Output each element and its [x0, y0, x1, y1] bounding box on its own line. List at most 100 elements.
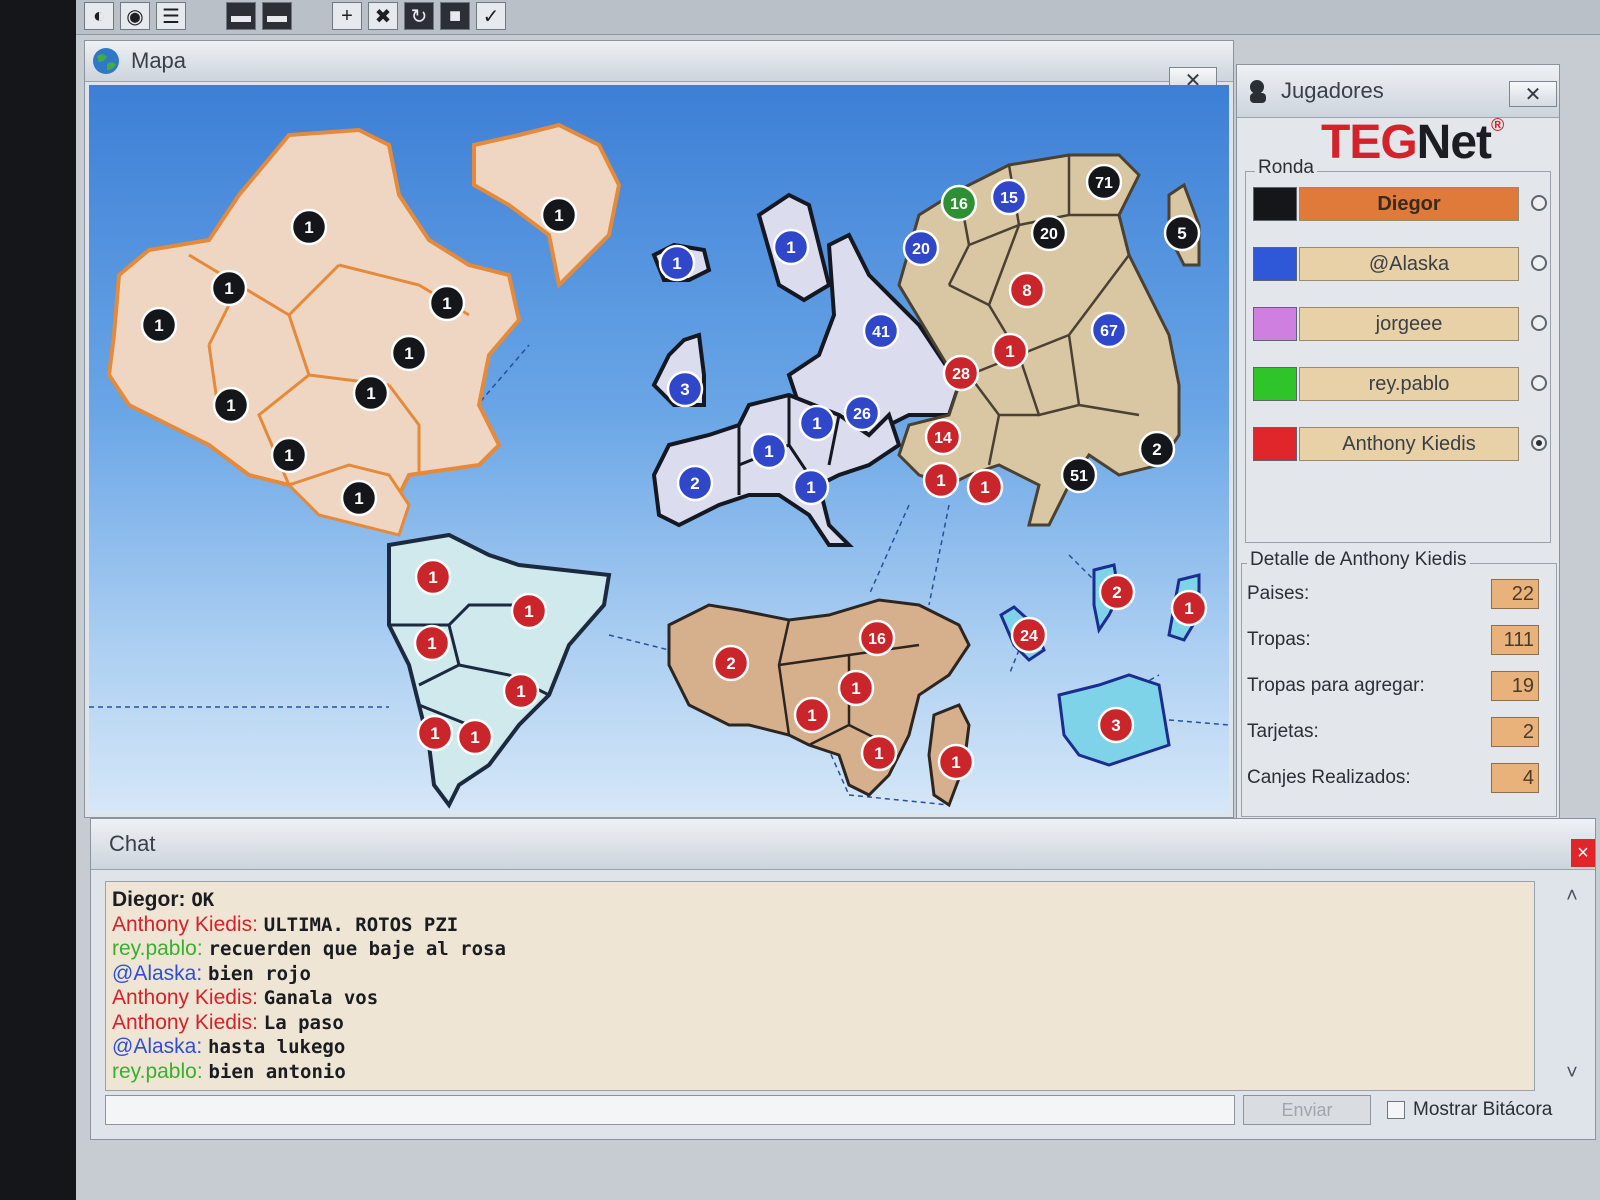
dark-card-button-2[interactable]: ▬ — [262, 2, 292, 30]
chat-input[interactable] — [105, 1095, 1235, 1125]
army-marker[interactable]: 1 — [792, 468, 830, 506]
army-marker[interactable]: 1 — [860, 734, 898, 772]
army-marker[interactable]: 16 — [940, 184, 978, 222]
army-marker[interactable]: 1 — [991, 332, 1029, 370]
army-count: 1 — [404, 344, 413, 363]
dark-card-button-1[interactable]: ▬ — [226, 2, 256, 30]
scroll-down-icon[interactable]: ˅ — [1561, 1062, 1583, 1085]
chat-message-author: rey.pablo: — [112, 1059, 209, 1083]
army-marker[interactable]: 16 — [858, 619, 896, 657]
army-marker[interactable]: 1 — [540, 196, 578, 234]
send-button[interactable]: Enviar — [1243, 1095, 1371, 1125]
show-log-checkbox[interactable] — [1387, 1101, 1405, 1119]
chat-scrollbar[interactable]: ˄ ˅ — [1561, 885, 1583, 1085]
army-marker[interactable]: 1 — [966, 468, 1004, 506]
army-marker[interactable]: 1 — [428, 284, 466, 322]
card-icon: ▬ — [231, 4, 251, 27]
army-marker[interactable]: 2 — [1098, 573, 1136, 611]
player-radio[interactable] — [1531, 375, 1547, 391]
army-marker[interactable]: 20 — [902, 229, 940, 267]
map-window-titlebar[interactable]: Mapa — [85, 41, 1233, 82]
army-marker[interactable]: 1 — [352, 374, 390, 412]
army-count: 15 — [1000, 190, 1018, 207]
player-radio[interactable] — [1531, 195, 1547, 211]
army-marker[interactable]: 41 — [862, 312, 900, 350]
army-marker[interactable]: 1 — [140, 306, 178, 344]
army-marker[interactable]: 3 — [666, 370, 704, 408]
list-button[interactable]: ☰ — [156, 2, 186, 30]
player-row-alaska[interactable]: @Alaska — [1253, 247, 1547, 281]
player-radio[interactable] — [1531, 315, 1547, 331]
cards-button[interactable]: ■ — [440, 2, 470, 30]
army-marker[interactable]: 1 — [658, 244, 696, 282]
army-marker[interactable]: 1 — [793, 696, 831, 734]
scroll-up-icon[interactable]: ˄ — [1561, 885, 1583, 908]
army-marker[interactable]: 5 — [1163, 214, 1201, 252]
players-icon — [1250, 80, 1266, 103]
army-marker[interactable]: 1 — [413, 624, 451, 662]
player-row-anthony-kiedis[interactable]: Anthony Kiedis — [1253, 427, 1547, 461]
player-color-swatch — [1253, 247, 1297, 281]
add-button[interactable]: + — [332, 2, 362, 30]
refresh-button[interactable]: ↻ — [404, 2, 434, 30]
globe-button[interactable]: ◐ — [84, 2, 114, 30]
army-marker[interactable]: 15 — [990, 178, 1028, 216]
army-count: 1 — [951, 753, 960, 772]
army-marker[interactable]: 1 — [414, 558, 452, 596]
player-row-rey-pablo[interactable]: rey.pablo — [1253, 367, 1547, 401]
army-count: 5 — [1177, 224, 1186, 243]
army-marker[interactable]: 1 — [772, 228, 810, 266]
army-marker[interactable]: 1 — [290, 208, 328, 246]
monitor-bezel — [0, 0, 76, 1200]
army-marker[interactable]: 2 — [712, 644, 750, 682]
army-marker[interactable]: 20 — [1030, 214, 1068, 252]
world-map[interactable]: 1 1 1 1 1 1 1 1 1 1 1 1 3 41 26 1 1 2 1 16 15 71 20 20 5 8 67 1 28 14… — [89, 85, 1229, 813]
army-marker[interactable]: 1 — [922, 461, 960, 499]
army-marker[interactable]: 14 — [924, 418, 962, 456]
army-marker[interactable]: 1 — [798, 404, 836, 442]
logo-net: Net — [1416, 116, 1492, 169]
army-marker[interactable]: 1 — [456, 718, 494, 756]
army-marker[interactable]: 71 — [1085, 163, 1123, 201]
army-marker[interactable]: 1 — [390, 334, 428, 372]
army-count: 1 — [430, 724, 439, 743]
chat-titlebar[interactable]: Chat — [91, 819, 1595, 870]
chat-message: Anthony Kiedis: ULTIMA. ROTOS PZI — [112, 913, 1528, 938]
army-marker[interactable]: 1 — [937, 743, 975, 781]
army-count: 3 — [1111, 716, 1120, 735]
army-marker[interactable]: 1 — [340, 479, 378, 517]
army-marker[interactable]: 28 — [942, 354, 980, 392]
army-marker[interactable]: 8 — [1008, 271, 1046, 309]
army-marker[interactable]: 1 — [502, 672, 540, 710]
player-radio-selected[interactable] — [1531, 435, 1547, 451]
army-marker[interactable]: 24 — [1010, 616, 1048, 654]
army-marker[interactable]: 2 — [676, 464, 714, 502]
army-marker[interactable]: 1 — [212, 386, 250, 424]
army-marker[interactable]: 2 — [1138, 430, 1176, 468]
army-count: 1 — [1005, 342, 1014, 361]
registered-mark: ® — [1491, 115, 1504, 135]
players-close-button[interactable]: ✕ — [1509, 81, 1557, 107]
confirm-button[interactable]: ✓ — [476, 2, 506, 30]
army-count: 67 — [1100, 323, 1118, 340]
army-marker[interactable]: 3 — [1097, 706, 1135, 744]
army-count: 1 — [154, 316, 163, 335]
player-row-jorgeee[interactable]: jorgeee — [1253, 307, 1547, 341]
chat-log[interactable]: Diegor: OK Anthony Kiedis: ULTIMA. ROTOS … — [105, 881, 1535, 1091]
army-marker[interactable]: 51 — [1060, 456, 1098, 494]
army-marker[interactable]: 26 — [843, 394, 881, 432]
army-marker[interactable]: 1 — [510, 592, 548, 630]
remove-button[interactable]: ✖ — [368, 2, 398, 30]
army-marker[interactable]: 1 — [210, 269, 248, 307]
army-marker[interactable]: 67 — [1090, 311, 1128, 349]
checkmark-circle-button[interactable]: ◉ — [120, 2, 150, 30]
chat-close-button[interactable]: × — [1571, 839, 1595, 867]
detail-label-canjes: Canjes Realizados: — [1247, 767, 1411, 788]
army-marker[interactable]: 1 — [270, 436, 308, 474]
army-marker[interactable]: 1 — [1170, 589, 1208, 627]
player-row-diegor[interactable]: Diegor — [1253, 187, 1547, 221]
army-marker[interactable]: 1 — [416, 714, 454, 752]
army-marker[interactable]: 1 — [750, 432, 788, 470]
army-marker[interactable]: 1 — [837, 669, 875, 707]
player-radio[interactable] — [1531, 255, 1547, 271]
